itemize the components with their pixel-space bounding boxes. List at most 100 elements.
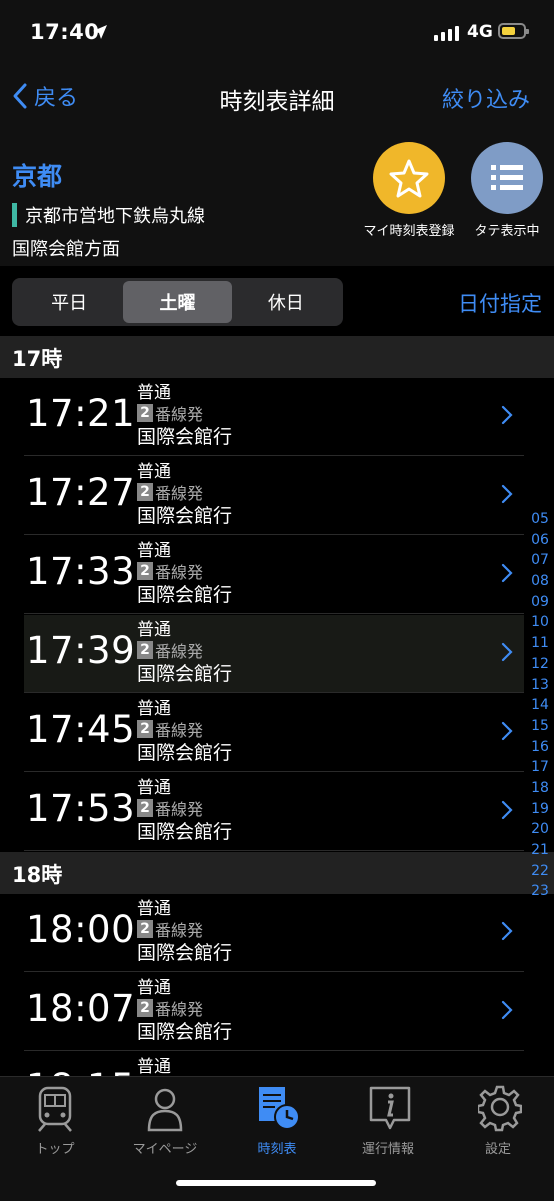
chevron-right-icon (501, 405, 513, 425)
destination: 国際会館行 (137, 426, 233, 448)
hour-index-item[interactable]: 18 (528, 780, 552, 801)
departure-time: 17:27 (26, 471, 136, 514)
hour-index: 05 06 07 08 09 10 11 12 13 14 15 16 17 18 19 20 21 22 23 (528, 511, 552, 904)
departure-time: 17:53 (26, 787, 136, 830)
tab-mypage-label: マイページ (132, 1142, 198, 1157)
back-label: 戻る (34, 86, 79, 111)
my-timetable-button[interactable] (373, 142, 445, 214)
back-button[interactable]: 戻る (12, 80, 78, 112)
hour-index-item[interactable]: 13 (528, 677, 552, 698)
hour-index-item[interactable]: 21 (528, 842, 552, 863)
chevron-right-icon (501, 642, 513, 662)
location-arrow-icon (93, 25, 107, 39)
train-type: 普通 (137, 383, 171, 403)
info-icon (369, 1086, 411, 1130)
date-select-button[interactable]: 日付指定 (458, 288, 542, 318)
platform-number: 2 (137, 483, 153, 501)
line-name: 京都市営地下鉄烏丸線 (25, 206, 205, 227)
hour-header: 18時 (0, 852, 554, 894)
day-tab-1[interactable]: 土曜 (123, 281, 232, 323)
hour-index-item[interactable]: 12 (528, 656, 552, 677)
train-type: 普通 (137, 978, 171, 998)
tab-service-info[interactable]: 運行情報 (333, 1085, 443, 1157)
hour-index-item[interactable]: 06 (528, 532, 552, 553)
hour-header: 17時 (0, 336, 554, 378)
status-time: 17:40 (30, 20, 100, 44)
filter-button[interactable]: 絞り込み (442, 82, 530, 114)
hour-index-item[interactable]: 11 (528, 635, 552, 656)
hour-index-item[interactable]: 15 (528, 718, 552, 739)
train-icon (38, 1086, 72, 1132)
platform-number: 2 (137, 999, 153, 1017)
departure-time: 17:39 (26, 629, 136, 672)
chevron-right-icon (501, 1000, 513, 1020)
line-color-bar (12, 203, 17, 227)
departure-time: 17:33 (26, 550, 136, 593)
gear-icon (478, 1085, 522, 1132)
destination: 国際会館行 (137, 742, 233, 764)
departure-row[interactable]: 17:39 普通 2 番線発 国際会館行 (24, 615, 524, 693)
platform-number: 2 (137, 404, 153, 422)
chevron-right-icon (501, 921, 513, 941)
hour-index-item[interactable]: 16 (528, 739, 552, 760)
battery-level (502, 27, 515, 35)
hour-index-item[interactable]: 14 (528, 697, 552, 718)
hour-index-item[interactable]: 19 (528, 801, 552, 822)
destination: 国際会館行 (137, 1021, 233, 1043)
chevron-right-icon (501, 721, 513, 741)
hour-index-item[interactable]: 10 (528, 614, 552, 635)
departure-row[interactable]: 17:33 普通 2 番線発 国際会館行 (24, 536, 524, 614)
platform-number: 2 (137, 562, 153, 580)
departure-time: 17:21 (26, 392, 136, 435)
chevron-right-icon (501, 800, 513, 820)
platform-number: 2 (137, 720, 153, 738)
status-bar: 17:40 4G (0, 0, 554, 66)
destination: 国際会館行 (137, 942, 233, 964)
hour-index-item[interactable]: 05 (528, 511, 552, 532)
destination: 国際会館行 (137, 584, 233, 606)
day-tab-0[interactable]: 平日 (15, 281, 123, 323)
train-type: 普通 (137, 541, 171, 561)
destination: 国際会館行 (137, 663, 233, 685)
network-type: 4G (467, 22, 493, 42)
signal-icon (434, 24, 459, 41)
chevron-right-icon (501, 484, 513, 504)
hour-index-item[interactable]: 07 (528, 552, 552, 573)
navigation-bar: 戻る 時刻表詳細 絞り込み (0, 66, 554, 133)
tab-top[interactable]: トップ (0, 1085, 110, 1157)
chevron-left-icon (13, 83, 27, 109)
destination: 国際会館行 (137, 821, 233, 843)
my-timetable-label: マイ時刻表登録 (363, 224, 455, 239)
hour-index-item[interactable]: 22 (528, 863, 552, 884)
station-info: 京都 京都市営地下鉄烏丸線 国際会館方面 マイ時刻表登録 タテ表示中 (0, 132, 554, 266)
hour-index-item[interactable]: 09 (528, 594, 552, 615)
hour-label: 18時 (12, 863, 63, 887)
vertical-view-button[interactable] (471, 142, 543, 214)
day-selector-area: 平日 土曜 休日 日付指定 (0, 266, 554, 336)
departure-row[interactable]: 18:07 普通 2 番線発 国際会館行 (24, 973, 524, 1051)
departure-row[interactable]: 17:45 普通 2 番線発 国際会館行 (24, 694, 524, 772)
train-type: 普通 (137, 1057, 171, 1077)
tab-timetable[interactable]: 時刻表 (222, 1085, 332, 1157)
train-type: 普通 (137, 620, 171, 640)
vertical-view-label: タテ表示中 (474, 224, 540, 239)
hour-index-item[interactable]: 20 (528, 821, 552, 842)
tab-settings[interactable]: 設定 (443, 1085, 553, 1157)
tab-top-label: トップ (35, 1142, 75, 1157)
departure-time: 17:45 (26, 708, 136, 751)
hour-index-item[interactable]: 23 (528, 883, 552, 904)
train-type: 普通 (137, 699, 171, 719)
timetable-icon (259, 1087, 300, 1130)
departure-row[interactable]: 17:27 普通 2 番線発 国際会館行 (24, 457, 524, 535)
departure-row[interactable]: 17:53 普通 2 番線発 国際会館行 (24, 773, 524, 851)
hour-label: 17時 (12, 347, 63, 371)
hour-index-item[interactable]: 08 (528, 573, 552, 594)
departure-row[interactable]: 17:21 普通 2 番線発 国際会館行 (24, 378, 524, 456)
battery-icon (498, 23, 529, 39)
list-icon (491, 165, 523, 190)
person-icon (147, 1088, 183, 1132)
hour-index-item[interactable]: 17 (528, 759, 552, 780)
tab-mypage[interactable]: マイページ (110, 1085, 220, 1157)
departure-row[interactable]: 18:00 普通 2 番線発 国際会館行 (24, 894, 524, 972)
day-tab-2[interactable]: 休日 (232, 281, 340, 323)
